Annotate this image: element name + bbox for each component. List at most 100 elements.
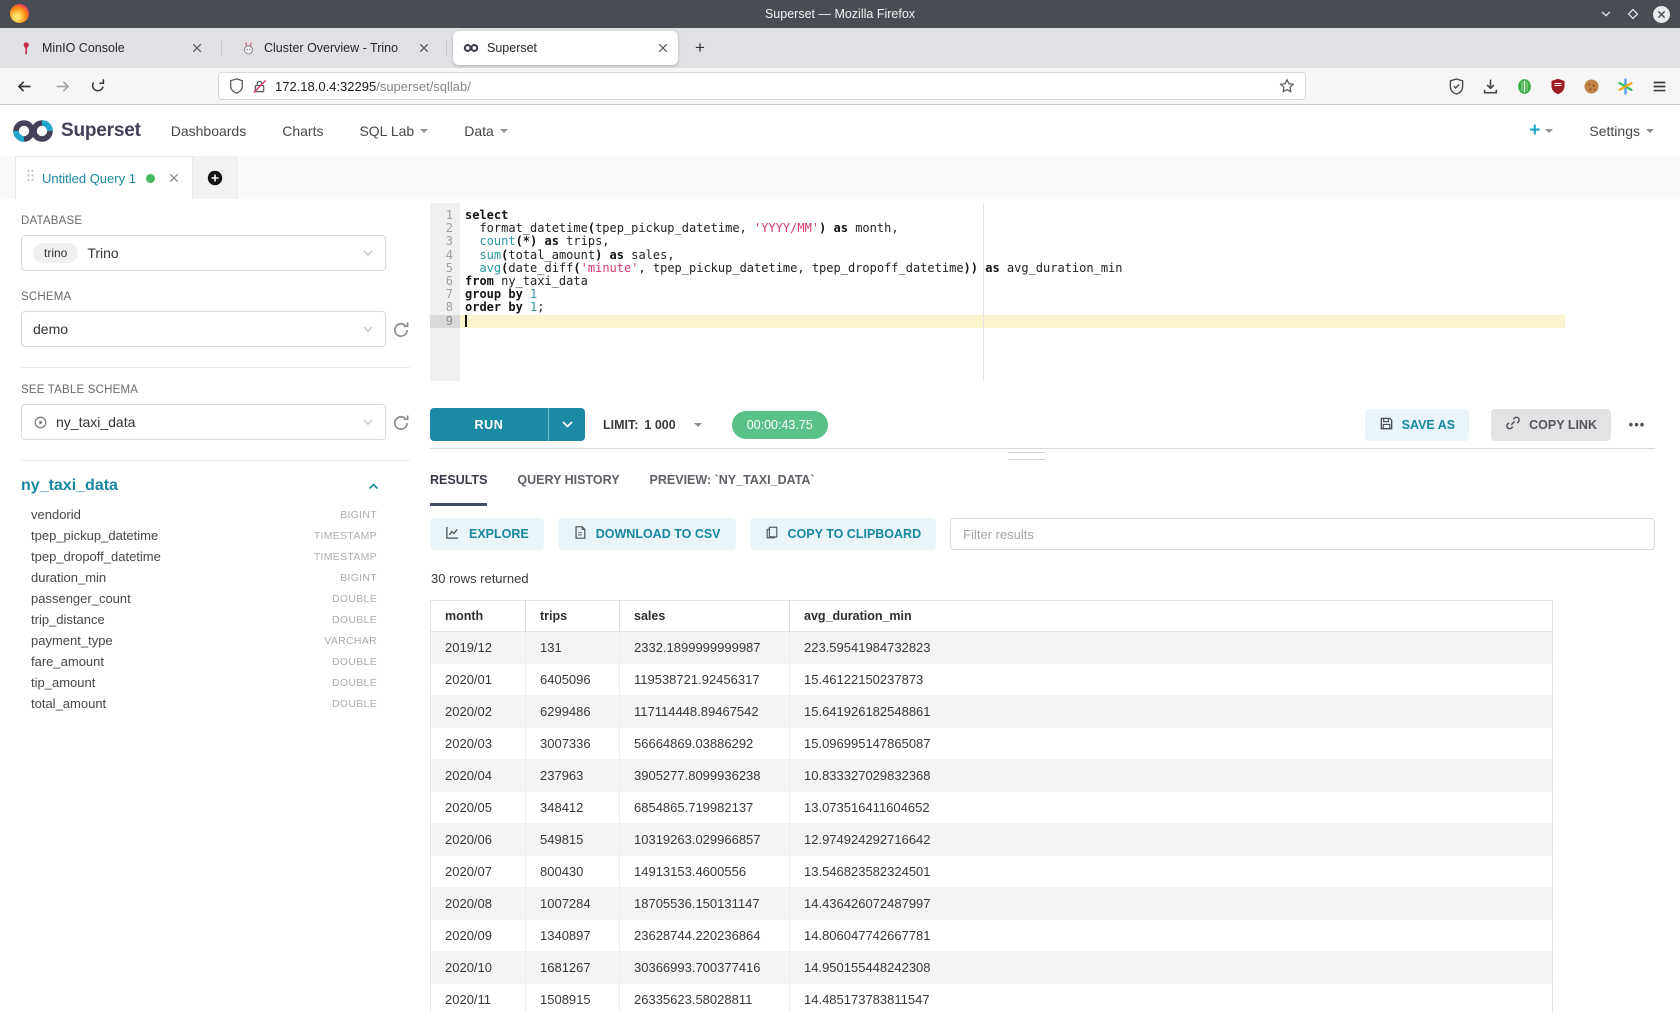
download-icon[interactable] <box>1482 78 1499 95</box>
code-token: ( <box>588 221 595 235</box>
column-header-month[interactable]: month <box>431 601 526 632</box>
colorful-asterisk-extension-icon[interactable] <box>1617 78 1634 95</box>
url-bar[interactable]: 172.18.0.4:32295/superset/sqllab/ <box>218 72 1306 100</box>
close-icon[interactable] <box>169 173 179 183</box>
nav-item-charts[interactable]: Charts <box>282 123 323 139</box>
bookmark-star-icon[interactable] <box>1279 78 1295 94</box>
nav-item-sql-lab[interactable]: SQL Lab <box>359 123 428 139</box>
line-number: 8 <box>430 301 460 314</box>
browser-tab[interactable]: MinIO Console <box>8 31 212 65</box>
code-text: order by 1; <box>460 301 1565 314</box>
editor-line[interactable]: 9 <box>430 315 1565 328</box>
query-tab[interactable]: Untitled Query 1 <box>15 156 193 199</box>
elapsed-timer-badge: 00:00:43.75 <box>732 411 828 439</box>
window-maximize-icon[interactable] <box>1626 7 1640 21</box>
column-name: fare_amount <box>31 654 104 669</box>
column-header-avg_duration_min[interactable]: avg_duration_min <box>790 601 1553 632</box>
column-row: vendoridBIGINT <box>21 504 377 525</box>
table-cell: 10.833327029832368 <box>790 760 1553 792</box>
table-row: 2020/053484126854865.71998213713.0735164… <box>431 792 1553 824</box>
table-cell: 1681267 <box>526 952 620 984</box>
editor-line[interactable]: 8order by 1; <box>430 301 1565 314</box>
nav-item-dashboards[interactable]: Dashboards <box>171 123 247 139</box>
lock-insecure-icon[interactable] <box>252 79 267 94</box>
chevron-down-icon <box>1545 129 1553 133</box>
tab-close-icon[interactable] <box>192 43 202 53</box>
copy-to-clipboard-button[interactable]: COPY TO CLIPBOARD <box>750 518 937 550</box>
add-new-button[interactable]: + <box>1529 120 1553 142</box>
browser-tab[interactable]: Superset <box>453 31 678 65</box>
results-tab-query-history[interactable]: QUERY HISTORY <box>517 460 619 506</box>
table-cell: 6299486 <box>526 696 620 728</box>
run-button[interactable]: RUN <box>430 408 585 441</box>
database-select[interactable]: trino Trino <box>21 235 386 271</box>
results-tab-preview[interactable]: PREVIEW: `NY_TAXI_DATA` <box>650 460 815 506</box>
tab-close-icon[interactable] <box>419 43 429 53</box>
ublock-shield-icon[interactable] <box>1550 78 1566 95</box>
table-cell: 3007336 <box>526 728 620 760</box>
filter-results-input[interactable] <box>950 518 1655 550</box>
chevron-down-icon <box>694 423 702 427</box>
superset-logo[interactable]: Superset <box>12 117 141 145</box>
collapse-caret-icon[interactable] <box>367 480 380 493</box>
explore-button[interactable]: EXPLORE <box>430 518 544 550</box>
url-host: 172.18.0.4:32295 <box>275 79 376 94</box>
shield-check-icon[interactable] <box>1448 78 1465 95</box>
window-close-icon[interactable] <box>1653 6 1670 23</box>
table-cell: 6405096 <box>526 664 620 696</box>
table-cell: 23628744.220236864 <box>620 920 790 952</box>
sql-editor[interactable]: 1select2 format_datetime(tpep_pickup_dat… <box>430 203 1565 381</box>
pane-resize-grip[interactable] <box>1008 452 1045 460</box>
table-cell: 15.096995147865087 <box>790 728 1553 760</box>
column-type: BIGINT <box>340 509 377 521</box>
editor-line[interactable]: 6from ny_taxi_data <box>430 275 1565 288</box>
column-header-sales[interactable]: sales <box>620 601 790 632</box>
nav-item-data[interactable]: Data <box>464 123 508 139</box>
results-tab-bar: RESULTS QUERY HISTORY PREVIEW: `NY_TAXI_DA… <box>430 460 815 506</box>
minio-favicon <box>18 40 34 56</box>
results-tab-results[interactable]: RESULTS <box>430 460 487 506</box>
back-icon[interactable] <box>14 76 34 96</box>
column-name: trip_distance <box>31 612 105 627</box>
run-button-label[interactable]: RUN <box>430 408 549 441</box>
save-as-button[interactable]: SAVE AS <box>1365 409 1470 441</box>
more-options-button[interactable]: ••• <box>1619 417 1655 432</box>
code-token <box>523 287 530 301</box>
schema-select[interactable]: demo <box>21 311 386 347</box>
refresh-schema-icon[interactable] <box>392 321 410 339</box>
settings-menu[interactable]: Settings <box>1589 123 1654 139</box>
forward-icon[interactable] <box>52 76 72 96</box>
download-to-csv-button[interactable]: DOWNLOAD TO CSV <box>558 518 736 550</box>
browser-tab[interactable]: Cluster Overview - Trino <box>230 31 439 65</box>
column-type: DOUBLE <box>332 614 377 626</box>
refresh-table-icon[interactable] <box>392 414 410 432</box>
run-options-caret[interactable] <box>549 408 585 441</box>
shield-icon[interactable] <box>229 78 244 94</box>
reload-icon[interactable] <box>88 76 108 96</box>
code-token <box>602 248 609 262</box>
table-select[interactable]: ny_taxi_data <box>21 404 386 440</box>
cookie-icon[interactable] <box>1583 78 1600 95</box>
table-cell: 117114448.89467542 <box>620 696 790 728</box>
table-cell: 223.59541984732823 <box>790 632 1553 664</box>
code-token: from <box>465 274 494 288</box>
new-tab-button[interactable]: + <box>688 36 712 60</box>
limit-dropdown[interactable]: LIMIT: 1 000 <box>603 418 702 432</box>
new-query-tab-button[interactable] <box>193 156 238 199</box>
code-text: format_datetime(tpep_pickup_datetime, 'Y… <box>460 222 1565 235</box>
table-row: 2020/016405096119538721.9245631715.46122… <box>431 664 1553 696</box>
code-token: as <box>545 234 559 248</box>
code-token: )) <box>964 261 978 275</box>
chevron-down-icon <box>420 129 428 133</box>
hamburger-menu-icon[interactable] <box>1651 78 1668 95</box>
copy-link-button[interactable]: COPY LINK <box>1491 409 1611 441</box>
tab-close-icon[interactable] <box>658 43 668 53</box>
chevron-down-icon <box>362 247 374 259</box>
window-minimize-icon[interactable] <box>1599 7 1613 21</box>
green-badge-extension-icon[interactable] <box>1516 78 1533 95</box>
table-cell: 549815 <box>526 824 620 856</box>
editor-line[interactable]: 7group by 1 <box>430 288 1565 301</box>
column-header-trips[interactable]: trips <box>526 601 620 632</box>
editor-line[interactable]: 5 avg(date_diff('minute', tpep_pickup_da… <box>430 262 1565 275</box>
drag-handle-icon[interactable] <box>27 169 34 187</box>
